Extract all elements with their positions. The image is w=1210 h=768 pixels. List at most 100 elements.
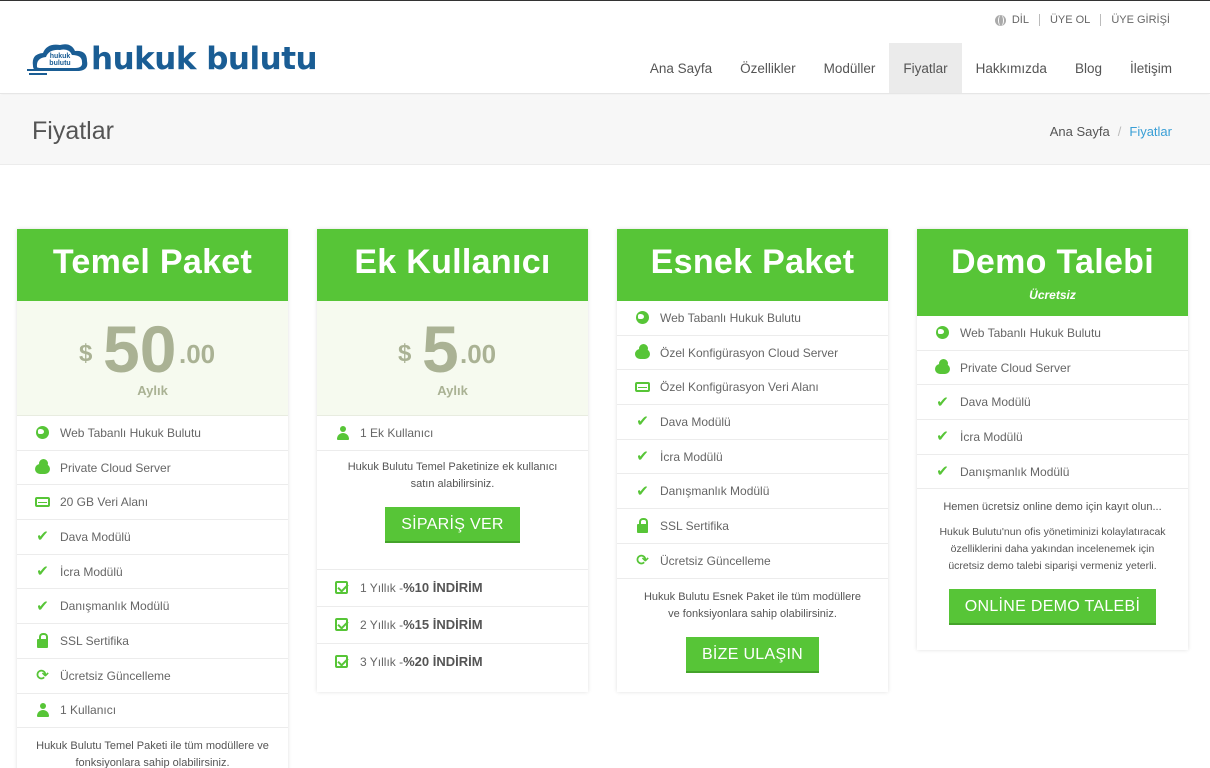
nav-modules[interactable]: Modüller [810, 43, 890, 93]
nav-contact[interactable]: İletişim [1116, 43, 1186, 93]
feature-item: 1 Ek Kullanıcı [317, 416, 588, 451]
feature-item: ✔ İcra Modülü [917, 420, 1188, 455]
card-header: Demo Talebi Ücretsiz [917, 229, 1188, 316]
order-button[interactable]: SİPARİŞ VER [385, 506, 520, 543]
nav-pricing[interactable]: Fiyatlar [889, 43, 962, 93]
button-wrap: BİZE ULAŞIN [617, 636, 888, 673]
price-box: $ 5 .00 Aylık [317, 301, 588, 416]
contact-us-button[interactable]: BİZE ULAŞIN [685, 636, 820, 673]
check-icon: ✔ [36, 527, 49, 546]
feature-item: SSL Sertifika [17, 624, 288, 659]
feature-item: ✔ Danışmanlık Modülü [917, 455, 1188, 490]
feature-item: Private Cloud Server [17, 451, 288, 486]
feature-item: ⟳ Ücretsiz Güncelleme [17, 659, 288, 694]
divider [1038, 14, 1040, 26]
feature-item: Özel Konfigürasyon Veri Alanı [617, 370, 888, 406]
card-header: Ek Kullanıcı [317, 229, 588, 301]
pricing-card-basic: Temel Paket $ 50 .00 Aylık Web Tabanlı H… [17, 229, 288, 768]
nav-features[interactable]: Özellikler [726, 43, 810, 93]
card-title: Demo Talebi [951, 243, 1154, 281]
site-logo[interactable]: hukuk bulutu hukuk bulutu [27, 39, 318, 79]
globe-icon [36, 426, 49, 440]
feature-item: Private Cloud Server [917, 351, 1188, 386]
logo-text: hukuk bulutu [91, 41, 318, 77]
login-link[interactable]: ÜYE GİRİŞİ [1111, 14, 1170, 26]
card-header: Temel Paket [17, 229, 288, 301]
feature-item: Web Tabanlı Hukuk Bulutu [617, 301, 888, 336]
user-icon [36, 703, 49, 718]
discount-row: 1 Yıllık - %10 İNDİRİM [317, 568, 588, 606]
breadcrumb: Ana Sayfa / Fiyatlar [1050, 124, 1172, 139]
nav-home[interactable]: Ana Sayfa [636, 43, 726, 93]
currency-symbol: $ [79, 340, 93, 367]
feature-item: ✔ İcra Modülü [617, 440, 888, 475]
main-nav: Ana Sayfa Özellikler Modüller Fiyatlar H… [636, 43, 1186, 93]
pricing-card-extra-user: Ek Kullanıcı $ 5 .00 Aylık 1 Ek Kullanıc… [317, 229, 588, 692]
feature-item: Web Tabanlı Hukuk Bulutu [17, 416, 288, 451]
breadcrumb-separator: / [1117, 124, 1122, 139]
refresh-icon: ⟳ [36, 666, 49, 685]
button-wrap: SİPARİŞ VER [317, 506, 588, 569]
check-icon: ✔ [636, 447, 649, 466]
check-icon: ✔ [936, 462, 949, 481]
checkbox-icon [335, 618, 348, 632]
check-icon: ✔ [636, 412, 649, 431]
pricing-card-demo: Demo Talebi Ücretsiz Web Tabanlı Hukuk B… [917, 229, 1188, 650]
nav-blog[interactable]: Blog [1061, 43, 1116, 93]
breadcrumb-home[interactable]: Ana Sayfa [1050, 124, 1110, 139]
currency-symbol: $ [398, 340, 412, 367]
globe-icon [936, 326, 949, 340]
check-icon: ✔ [636, 481, 649, 500]
cloud-icon [35, 459, 50, 475]
price-cents: .00 [179, 339, 216, 369]
site-header: DİL ÜYE OL ÜYE GİRİŞİ hukuk bulutu hukuk… [0, 0, 1210, 94]
feature-item: Özel Konfigürasyon Cloud Server [617, 336, 888, 371]
checkbox-icon [335, 581, 348, 595]
price-box: $ 50 .00 Aylık [17, 301, 288, 416]
feature-item: 20 GB Veri Alanı [17, 485, 288, 521]
price-period: Aylık [137, 383, 168, 398]
price-amount: 50 [103, 312, 177, 386]
check-icon: ✔ [936, 427, 949, 446]
card-header: Esnek Paket [617, 229, 888, 301]
feature-item: ✔ Dava Modülü [17, 520, 288, 555]
check-icon: ✔ [36, 562, 49, 581]
feature-item: 1 Kullanıcı [17, 694, 288, 729]
cloud-logo-icon: hukuk bulutu [27, 44, 88, 75]
discount-row: 3 Yıllık - %20 İNDİRİM [317, 642, 588, 680]
divider [1100, 14, 1102, 26]
card-subtitle: Ücretsiz [1029, 288, 1076, 302]
svg-text:hukuk: hukuk [50, 53, 71, 60]
hdd-icon [635, 382, 650, 393]
cloud-icon [635, 344, 650, 360]
check-icon: ✔ [936, 392, 949, 411]
price-cents: .00 [460, 339, 497, 369]
feature-item: ✔ Dava Modülü [617, 405, 888, 440]
check-icon: ✔ [36, 596, 49, 615]
page-title: Fiyatlar [32, 117, 114, 145]
card-title: Esnek Paket [650, 243, 855, 281]
button-wrap: ONLİNE DEMO TALEBİ [917, 589, 1188, 626]
page-title-band: Fiyatlar Ana Sayfa / Fiyatlar [0, 95, 1210, 165]
feature-item: Web Tabanlı Hukuk Bulutu [917, 316, 1188, 351]
feature-item: ✔ Dava Modülü [917, 385, 1188, 421]
feature-item: ⟳ Ücretsiz Güncelleme [617, 544, 888, 579]
language-link[interactable]: DİL [1012, 14, 1029, 26]
feature-item: SSL Sertifika [617, 509, 888, 544]
price-amount: 5 [422, 312, 459, 386]
card-title: Temel Paket [52, 243, 253, 281]
user-icon [336, 425, 349, 440]
feature-item: ✔ Danışmanlık Modülü [617, 474, 888, 510]
hdd-icon [35, 497, 50, 508]
card-description: Hukuk Bulutu Esnek Paket ile tüm modülle… [643, 590, 862, 620]
top-links: DİL ÜYE OL ÜYE GİRİŞİ [994, 14, 1170, 26]
globe-icon [994, 14, 1006, 26]
lock-icon [637, 517, 648, 533]
refresh-icon: ⟳ [636, 551, 649, 570]
register-link[interactable]: ÜYE OL [1050, 14, 1090, 26]
nav-about[interactable]: Hakkımızda [962, 43, 1061, 93]
online-demo-button[interactable]: ONLİNE DEMO TALEBİ [948, 589, 1157, 626]
pricing-card-flexible: Esnek Paket Web Tabanlı Hukuk Bulutu Öze… [617, 229, 888, 692]
card-title: Ek Kullanıcı [354, 243, 551, 281]
discount-row: 2 Yıllık - %15 İNDİRİM [317, 605, 588, 643]
